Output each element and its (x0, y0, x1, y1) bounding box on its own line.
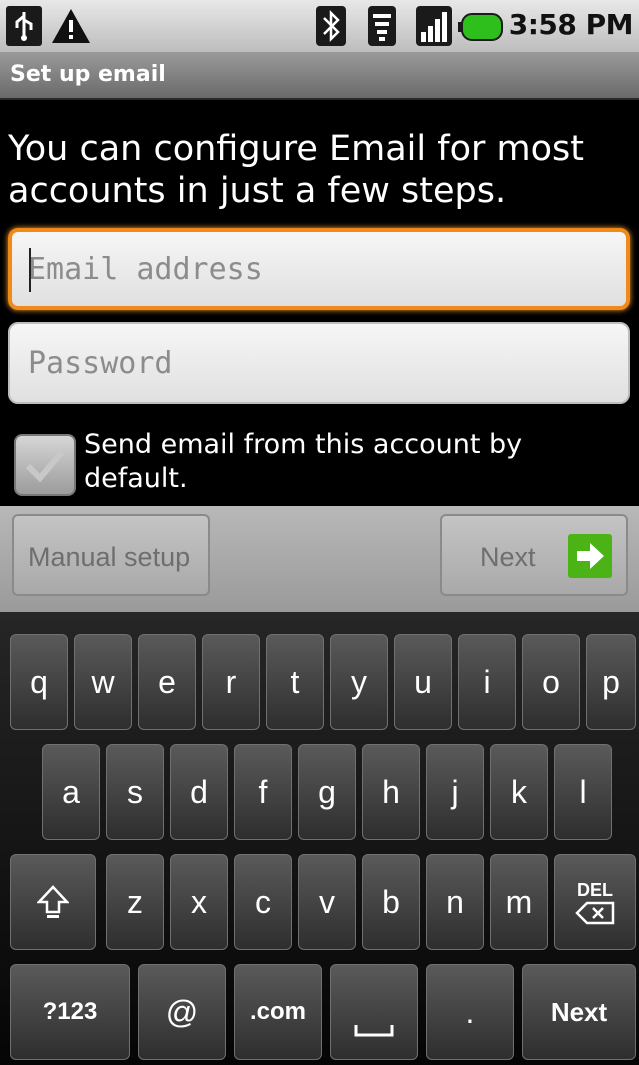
soft-keyboard: q w e r t y u i o p a s d f g h j k l z … (0, 612, 639, 1065)
key-label: x (191, 883, 207, 920)
key-o[interactable]: o (522, 634, 580, 730)
key-a[interactable]: a (42, 744, 100, 840)
key-d[interactable]: d (170, 744, 228, 840)
manual-setup-button[interactable]: Manual setup (12, 514, 210, 596)
key-label: p (602, 663, 620, 700)
key-y[interactable]: y (330, 634, 388, 730)
check-icon (25, 450, 65, 483)
key-label: @ (165, 993, 199, 1030)
text-caret (29, 248, 31, 292)
key-label: o (542, 663, 560, 700)
key-label: c (255, 883, 271, 920)
password-field[interactable] (8, 322, 630, 404)
email-field[interactable] (8, 228, 630, 310)
status-clock: 3:58 PM (508, 8, 634, 41)
key-label: i (483, 663, 491, 700)
key-r[interactable]: r (202, 634, 260, 730)
key-label: b (382, 883, 400, 920)
key-label: q (30, 663, 48, 700)
key-label: . (465, 993, 475, 1030)
key-x[interactable]: x (170, 854, 228, 950)
space-icon (354, 1025, 394, 1037)
key-label: h (382, 773, 400, 810)
key-q[interactable]: q (10, 634, 68, 730)
shift-icon (37, 885, 69, 918)
key-at[interactable]: @ (138, 964, 226, 1060)
key-label: a (62, 773, 80, 810)
space-key[interactable] (330, 964, 418, 1060)
key-label: z (127, 883, 143, 920)
shift-key[interactable] (10, 854, 96, 950)
key-label: l (579, 773, 587, 810)
default-account-checkbox[interactable] (14, 434, 76, 496)
key-period[interactable]: . (426, 964, 514, 1060)
key-label: y (351, 663, 367, 700)
key-k[interactable]: k (490, 744, 548, 840)
key-label: v (319, 883, 335, 920)
battery-icon (458, 13, 503, 41)
next-button[interactable]: Next (440, 514, 628, 596)
button-bar: Manual setup Next (0, 506, 639, 612)
default-account-label: Send email from this account by default. (84, 429, 523, 494)
del-label: DEL (577, 879, 613, 900)
email-input[interactable] (12, 232, 626, 306)
key-t[interactable]: t (266, 634, 324, 730)
key-f[interactable]: f (234, 744, 292, 840)
key-g[interactable]: g (298, 744, 356, 840)
key-v[interactable]: v (298, 854, 356, 950)
key-label: e (158, 663, 176, 700)
key-label: Next (550, 996, 608, 1027)
title-bar: Set up email (0, 52, 639, 100)
key-s[interactable]: s (106, 744, 164, 840)
key-label: t (290, 663, 300, 700)
key-label: s (127, 773, 143, 810)
intro-text: You can configure Email for most account… (8, 129, 584, 211)
key-label: .com (249, 998, 306, 1025)
key-label: d (190, 773, 208, 810)
key-z[interactable]: z (106, 854, 164, 950)
page-title: Set up email (10, 62, 166, 87)
warning-icon (52, 9, 90, 43)
key-l[interactable]: l (554, 744, 612, 840)
usb-icon (6, 6, 42, 46)
key-label: f (258, 773, 268, 810)
key-label: n (446, 883, 464, 920)
backspace-icon (575, 901, 615, 924)
key-b[interactable]: b (362, 854, 420, 950)
key-e[interactable]: e (138, 634, 196, 730)
key-dotcom[interactable]: .com (234, 964, 322, 1060)
key-c[interactable]: c (234, 854, 292, 950)
key-w[interactable]: w (74, 634, 132, 730)
key-label: w (91, 663, 115, 700)
signal-icon (416, 6, 452, 46)
symbols-key[interactable]: ?123 (10, 964, 130, 1060)
key-j[interactable]: j (426, 744, 484, 840)
arrow-right-icon (568, 534, 612, 578)
key-u[interactable]: u (394, 634, 452, 730)
key-h[interactable]: h (362, 744, 420, 840)
key-label: u (414, 663, 432, 700)
key-label: k (511, 773, 527, 810)
keyboard-next-key[interactable]: Next (522, 964, 636, 1060)
delete-key[interactable]: DEL (554, 854, 636, 950)
status-bar: 3:58 PM (0, 0, 639, 52)
bluetooth-icon (316, 6, 346, 46)
key-label: ?123 (42, 998, 98, 1025)
next-label: Next (480, 542, 536, 572)
wifi-icon (368, 6, 396, 46)
key-m[interactable]: m (490, 854, 548, 950)
key-label: j (451, 773, 459, 810)
password-input[interactable] (10, 324, 628, 402)
key-p[interactable]: p (586, 634, 636, 730)
key-label: m (505, 883, 533, 920)
key-n[interactable]: n (426, 854, 484, 950)
key-label: r (225, 663, 237, 700)
key-i[interactable]: i (458, 634, 516, 730)
key-label: g (318, 773, 336, 810)
manual-setup-label: Manual setup (28, 542, 191, 572)
